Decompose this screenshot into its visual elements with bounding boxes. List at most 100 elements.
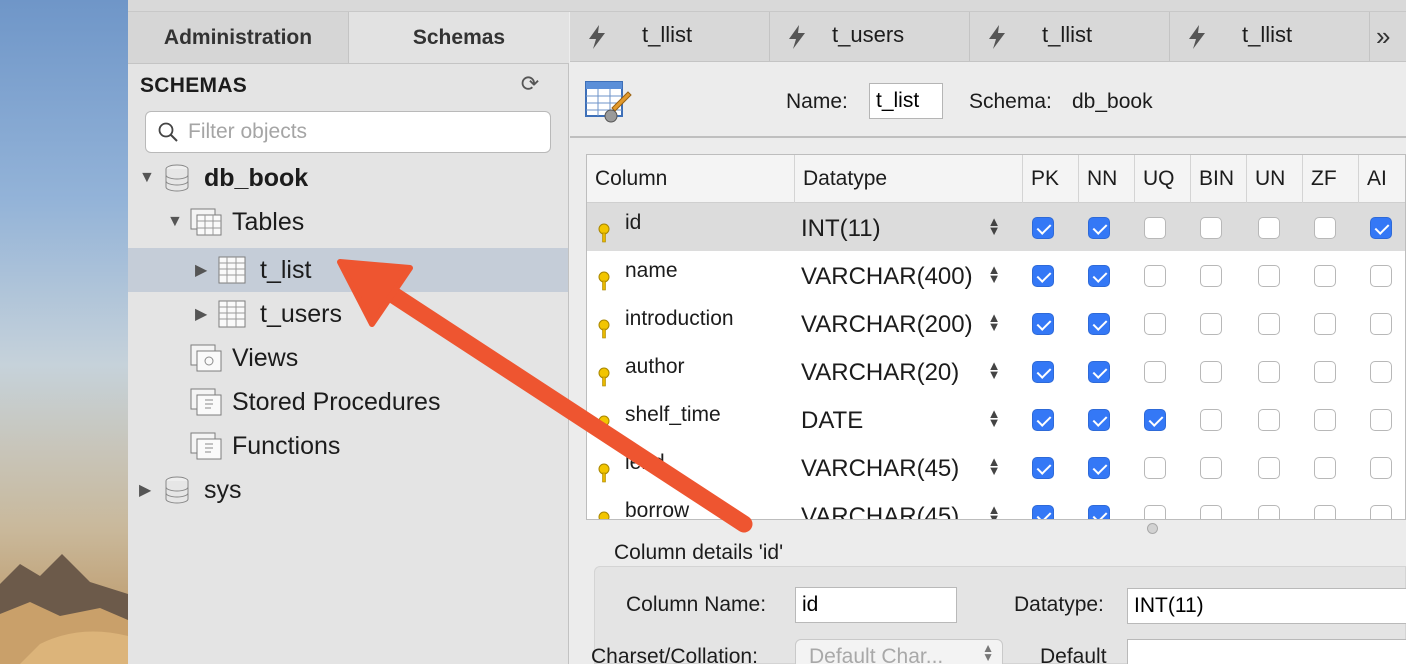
header-ai[interactable]: AI (1359, 155, 1405, 203)
tab-administration[interactable]: Administration (128, 12, 348, 63)
editor-tab[interactable]: t_llist (1170, 12, 1370, 62)
tree-item-t-users[interactable]: ▶ t_users (128, 292, 568, 336)
tree-item-sys[interactable]: ▶ sys (128, 468, 568, 512)
collapsed-triangle-icon[interactable]: ▶ (195, 260, 207, 280)
table-row[interactable]: borrow VARCHAR(45) ▲ ▼ (587, 491, 1405, 519)
column-name-cell[interactable]: author (625, 355, 685, 379)
datatype-stepper-icon[interactable]: ▲ ▼ (987, 215, 1001, 237)
table-row[interactable]: introduction VARCHAR(200) ▲ ▼ (587, 299, 1405, 347)
datatype-cell[interactable]: VARCHAR(400) (801, 263, 983, 291)
table-row[interactable]: shelf_time DATE ▲ ▼ (587, 395, 1405, 443)
checkbox-un[interactable] (1258, 313, 1280, 335)
header-bin[interactable]: BIN (1191, 155, 1247, 203)
checkbox-ai[interactable] (1370, 313, 1392, 335)
checkbox-pk[interactable] (1032, 457, 1054, 479)
checkbox-zf[interactable] (1314, 313, 1336, 335)
checkbox-nn[interactable] (1088, 361, 1110, 383)
editor-tab[interactable]: t_llist (970, 12, 1170, 62)
checkbox-pk[interactable] (1032, 505, 1054, 519)
checkbox-un[interactable] (1258, 361, 1280, 383)
datatype-stepper-icon[interactable]: ▲ ▼ (987, 311, 1001, 333)
datatype-stepper-icon[interactable]: ▲ ▼ (987, 263, 1001, 285)
editor-tab[interactable]: t_llist (570, 12, 770, 62)
column-name-cell[interactable]: lend (625, 451, 665, 475)
column-name-cell[interactable]: introduction (625, 307, 734, 331)
splitter-handle[interactable] (1147, 523, 1158, 534)
checkbox-nn[interactable] (1088, 409, 1110, 431)
checkbox-zf[interactable] (1314, 505, 1336, 519)
tree-item-functions[interactable]: Functions (128, 424, 568, 468)
checkbox-uq[interactable] (1144, 457, 1166, 479)
checkbox-ai[interactable] (1370, 457, 1392, 479)
tree-item-stored-procedures[interactable]: Stored Procedures (128, 380, 568, 424)
checkbox-ai[interactable] (1370, 217, 1392, 239)
checkbox-uq[interactable] (1144, 505, 1166, 519)
datatype-stepper-icon[interactable]: ▲ ▼ (987, 503, 1001, 519)
checkbox-zf[interactable] (1314, 265, 1336, 287)
datatype-cell[interactable]: INT(11) (801, 215, 983, 243)
header-column[interactable]: Column (587, 155, 795, 203)
checkbox-nn[interactable] (1088, 265, 1110, 287)
checkbox-ai[interactable] (1370, 505, 1392, 519)
checkbox-ai[interactable] (1370, 409, 1392, 431)
datatype-cell[interactable]: VARCHAR(200) (801, 311, 983, 339)
checkbox-uq[interactable] (1144, 217, 1166, 239)
collapsed-triangle-icon[interactable]: ▶ (195, 304, 207, 324)
collapsed-triangle-icon[interactable]: ▶ (139, 480, 151, 500)
checkbox-zf[interactable] (1314, 409, 1336, 431)
checkbox-zf[interactable] (1314, 457, 1336, 479)
checkbox-bin[interactable] (1200, 409, 1222, 431)
checkbox-un[interactable] (1258, 409, 1280, 431)
checkbox-uq[interactable] (1144, 361, 1166, 383)
checkbox-ai[interactable] (1370, 265, 1392, 287)
datatype-cell[interactable]: VARCHAR(45) (801, 503, 983, 519)
checkbox-nn[interactable] (1088, 457, 1110, 479)
datatype-cell[interactable]: VARCHAR(45) (801, 455, 983, 483)
refresh-icon[interactable]: ⟳ (518, 72, 542, 96)
checkbox-pk[interactable] (1032, 409, 1054, 431)
table-row[interactable]: lend VARCHAR(45) ▲ ▼ (587, 443, 1405, 491)
checkbox-ai[interactable] (1370, 361, 1392, 383)
table-name-input[interactable] (869, 83, 943, 119)
checkbox-pk[interactable] (1032, 265, 1054, 287)
checkbox-bin[interactable] (1200, 313, 1222, 335)
tab-schemas[interactable]: Schemas (348, 12, 569, 63)
column-name-cell[interactable]: name (625, 259, 678, 283)
checkbox-zf[interactable] (1314, 361, 1336, 383)
header-pk[interactable]: PK (1023, 155, 1079, 203)
checkbox-pk[interactable] (1032, 313, 1054, 335)
datatype-cell[interactable]: VARCHAR(20) (801, 359, 983, 387)
checkbox-un[interactable] (1258, 217, 1280, 239)
datatype-stepper-icon[interactable]: ▲ ▼ (987, 407, 1001, 429)
checkbox-pk[interactable] (1032, 361, 1054, 383)
checkbox-bin[interactable] (1200, 505, 1222, 519)
header-zf[interactable]: ZF (1303, 155, 1359, 203)
checkbox-bin[interactable] (1200, 361, 1222, 383)
editor-tab[interactable]: t_users (770, 12, 970, 62)
column-name-input[interactable] (795, 587, 957, 623)
more-tabs-button[interactable]: » (1370, 12, 1406, 62)
checkbox-bin[interactable] (1200, 265, 1222, 287)
checkbox-un[interactable] (1258, 265, 1280, 287)
expanded-triangle-icon[interactable]: ▼ (139, 169, 155, 187)
filter-input[interactable] (188, 120, 528, 144)
table-row[interactable]: id INT(11) ▲ ▼ (587, 203, 1405, 251)
expanded-triangle-icon[interactable]: ▼ (167, 213, 183, 231)
header-nn[interactable]: NN (1079, 155, 1135, 203)
checkbox-uq[interactable] (1144, 313, 1166, 335)
table-row[interactable]: author VARCHAR(20) ▲ ▼ (587, 347, 1405, 395)
column-name-cell[interactable]: borrow (625, 499, 689, 519)
tree-item-db-book[interactable]: ▼ db_book (128, 156, 568, 200)
checkbox-zf[interactable] (1314, 217, 1336, 239)
table-row[interactable]: name VARCHAR(400) ▲ ▼ (587, 251, 1405, 299)
tree-item-tables[interactable]: ▼ Tables (128, 200, 568, 244)
filter-field[interactable] (145, 111, 551, 153)
checkbox-nn[interactable] (1088, 313, 1110, 335)
default-input[interactable] (1127, 639, 1406, 664)
tree-item-views[interactable]: Views (128, 336, 568, 380)
checkbox-un[interactable] (1258, 457, 1280, 479)
checkbox-uq[interactable] (1144, 409, 1166, 431)
column-name-cell[interactable]: id (625, 211, 641, 235)
checkbox-bin[interactable] (1200, 217, 1222, 239)
checkbox-un[interactable] (1258, 505, 1280, 519)
